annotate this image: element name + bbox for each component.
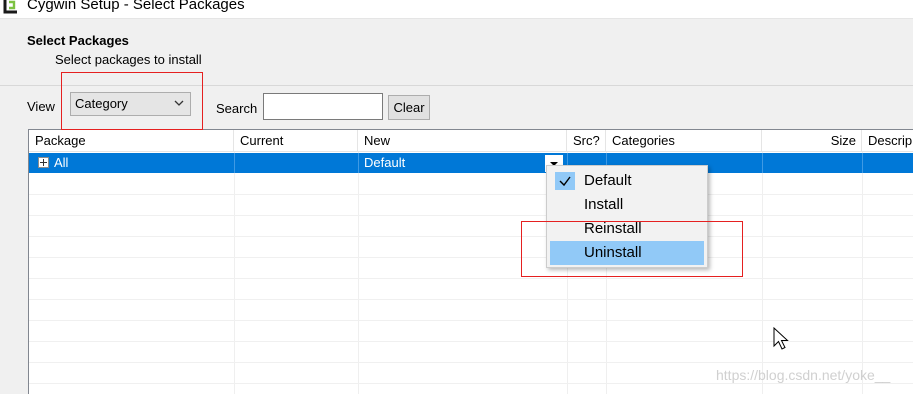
grid-row-line: [29, 236, 913, 237]
grid-divider: [358, 152, 359, 394]
column-header-size[interactable]: Size: [762, 130, 862, 152]
menu-item-default[interactable]: Default: [550, 169, 704, 193]
package-grid[interactable]: Package Current New Src? Categories Size…: [28, 129, 913, 394]
grid-divider: [862, 152, 863, 394]
cell-divider: [762, 153, 763, 173]
grid-row-line: [29, 299, 913, 300]
menu-item-install[interactable]: Install: [550, 193, 704, 217]
package-name: All: [54, 155, 69, 170]
search-label: Search: [216, 101, 258, 116]
expand-icon[interactable]: [38, 157, 49, 168]
clear-button[interactable]: Clear: [388, 95, 430, 120]
grid-row-line: [29, 257, 913, 258]
title-bar: Cygwin Setup - Select Packages: [0, 0, 913, 18]
view-label: View: [27, 99, 55, 114]
grid-divider: [762, 152, 763, 394]
cell-divider: [862, 153, 863, 173]
grid-header: Package Current New Src? Categories Size…: [29, 130, 913, 152]
grid-row-line: [29, 215, 913, 216]
cygwin-logo-icon: [2, 0, 20, 14]
watermark-text: https://blog.csdn.net/yoke__: [716, 367, 891, 383]
annotation-box-view: [61, 72, 203, 130]
grid-row-line: [29, 194, 913, 195]
column-header-current[interactable]: Current: [234, 130, 358, 152]
search-input[interactable]: [263, 93, 383, 120]
cell-divider: [358, 153, 359, 173]
annotation-box-uninstall: [521, 221, 743, 277]
column-header-categories[interactable]: Categories: [606, 130, 762, 152]
grid-row-line: [29, 383, 913, 384]
grid-divider: [234, 152, 235, 394]
mouse-pointer-icon: [773, 327, 789, 350]
column-header-src[interactable]: Src?: [567, 130, 606, 152]
column-header-description[interactable]: Descrip: [862, 130, 913, 152]
column-header-package[interactable]: Package: [29, 130, 234, 152]
grid-row-line: [29, 320, 913, 321]
table-row[interactable]: All Default: [29, 153, 913, 173]
new-action-value[interactable]: Default: [364, 153, 405, 173]
page-subtitle: Select packages to install: [55, 52, 202, 67]
grid-row-line: [29, 278, 913, 279]
checkmark-icon: [555, 172, 575, 190]
window-title: Cygwin Setup - Select Packages: [27, 0, 245, 13]
cell-divider: [234, 153, 235, 173]
menu-item-label: Install: [584, 196, 624, 213]
menu-item-label: Default: [584, 172, 632, 189]
page-title: Select Packages: [27, 33, 129, 48]
grid-row-line: [29, 362, 913, 363]
column-header-new[interactable]: New: [358, 130, 567, 152]
